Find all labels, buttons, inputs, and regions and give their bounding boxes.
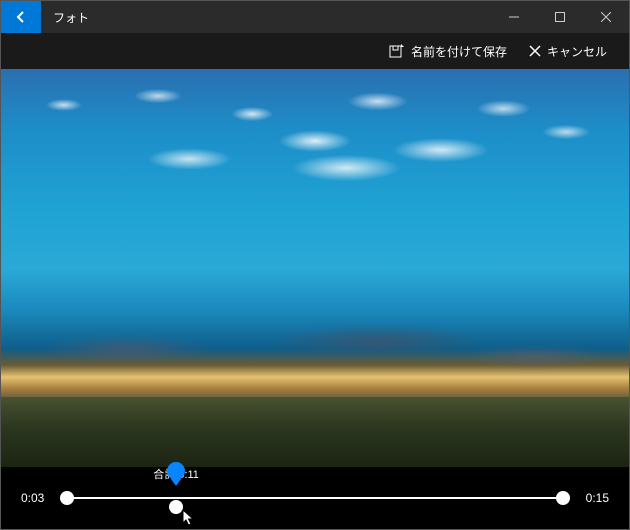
low-clouds xyxy=(1,309,629,389)
minimize-button[interactable] xyxy=(491,1,537,33)
cancel-icon xyxy=(529,45,541,57)
window-controls xyxy=(491,1,629,33)
toolbar: 名前を付けて保存 キャンセル xyxy=(1,33,629,69)
close-icon xyxy=(601,12,611,22)
maximize-button[interactable] xyxy=(537,1,583,33)
maximize-icon xyxy=(555,12,565,22)
playhead[interactable] xyxy=(167,482,185,514)
save-as-label: 名前を付けて保存 xyxy=(411,43,507,60)
trim-start-time: 0:03 xyxy=(21,491,59,505)
timeline-bar: 0:03 合計 0:11 0:15 xyxy=(1,467,629,529)
cancel-button[interactable]: キャンセル xyxy=(523,39,613,64)
trim-start-handle[interactable] xyxy=(60,491,74,505)
timeline-track[interactable]: 合計 0:11 xyxy=(67,478,563,518)
high-clouds xyxy=(1,69,629,249)
cancel-label: キャンセル xyxy=(547,43,607,60)
back-button[interactable] xyxy=(1,1,41,33)
trim-end-handle[interactable] xyxy=(556,491,570,505)
app-title: フォト xyxy=(53,9,89,26)
playhead-dot xyxy=(169,500,183,514)
playhead-pin-icon xyxy=(167,462,185,480)
trim-end-time: 0:15 xyxy=(571,491,609,505)
save-as-icon xyxy=(389,43,405,59)
arrow-left-icon xyxy=(13,9,29,25)
save-as-button[interactable]: 名前を付けて保存 xyxy=(383,39,513,64)
media-preview xyxy=(1,69,629,469)
close-window-button[interactable] xyxy=(583,1,629,33)
titlebar: フォト xyxy=(1,1,629,33)
minimize-icon xyxy=(509,12,519,22)
ground xyxy=(1,397,629,469)
video-frame xyxy=(1,69,629,469)
track-active xyxy=(67,497,563,499)
